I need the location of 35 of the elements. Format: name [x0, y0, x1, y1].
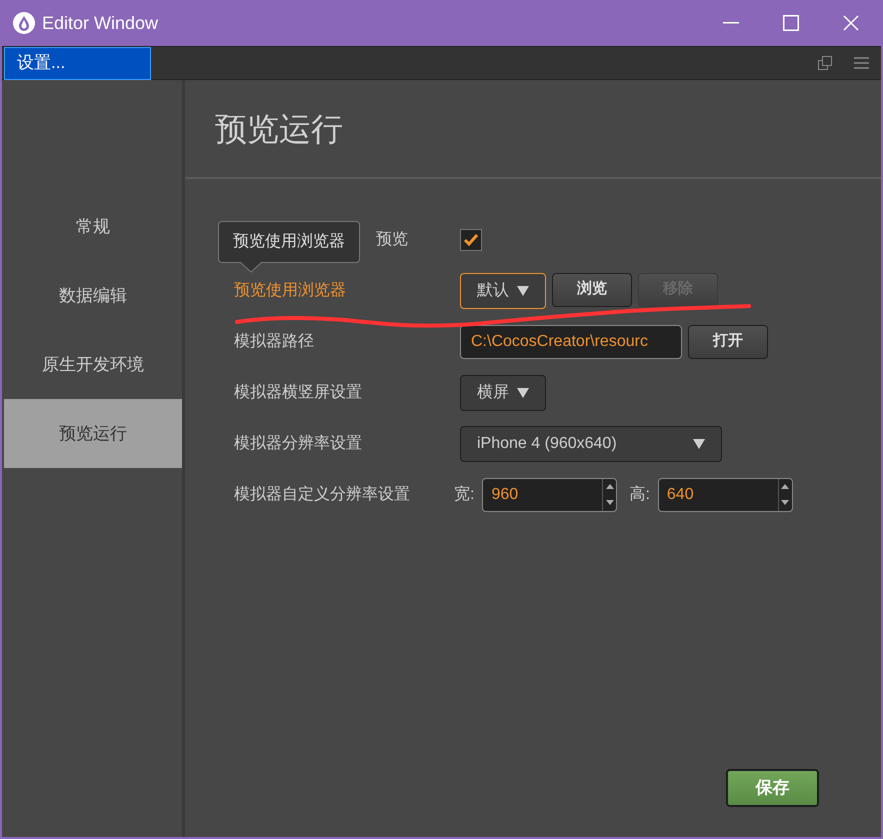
button[interactable]: 打开	[688, 324, 768, 358]
field-label: 宽:	[454, 484, 474, 504]
sidebar-item[interactable]: 预览运行	[4, 399, 182, 468]
caret-icon	[517, 286, 529, 296]
setting-label: 模拟器路径	[234, 332, 314, 350]
setting-label: 模拟器横竖屏设置	[234, 384, 362, 400]
dropdown[interactable]: 默认	[460, 272, 546, 308]
number-field[interactable]: 640	[658, 478, 793, 512]
save-button[interactable]: 保存	[726, 769, 819, 807]
sidebar-item[interactable]: 原生开发环境	[4, 330, 182, 399]
spinner-arrows-icon	[778, 478, 792, 510]
number-field[interactable]: 960	[482, 478, 618, 512]
menu-icon[interactable]	[854, 57, 869, 69]
tab[interactable]: 设置...	[4, 46, 151, 80]
checkbox[interactable]	[460, 228, 482, 250]
sidebar-item[interactable]: 常规	[4, 192, 182, 261]
setting-label: 模拟器自定义分辨率设置	[234, 486, 410, 502]
spinner-arrows-icon	[602, 478, 616, 510]
setting-label: 预览	[376, 230, 408, 248]
tooltip-pointer-icon	[240, 262, 262, 273]
caret-icon	[693, 438, 705, 448]
caret-icon	[517, 388, 529, 398]
field-label: 高:	[629, 484, 650, 504]
dropdown[interactable]: iPhone 4 (960x640)	[460, 426, 722, 462]
path-field[interactable]: C:\CocosCreator\resourc	[460, 324, 682, 358]
sidebar-item[interactable]: 数据编辑	[4, 261, 182, 330]
setting-label: 模拟器分辨率设置	[234, 434, 362, 452]
dropdown[interactable]: 横屏	[460, 374, 546, 410]
restore-window-icon[interactable]	[818, 56, 832, 70]
setting-label: 预览使用浏览器	[234, 282, 346, 298]
checkmark-icon	[463, 233, 479, 246]
droplet-icon	[13, 12, 35, 34]
page-heading: 预览运行	[215, 110, 343, 148]
window-title: Editor Window	[42, 12, 158, 34]
button[interactable]: 浏览	[552, 272, 632, 306]
